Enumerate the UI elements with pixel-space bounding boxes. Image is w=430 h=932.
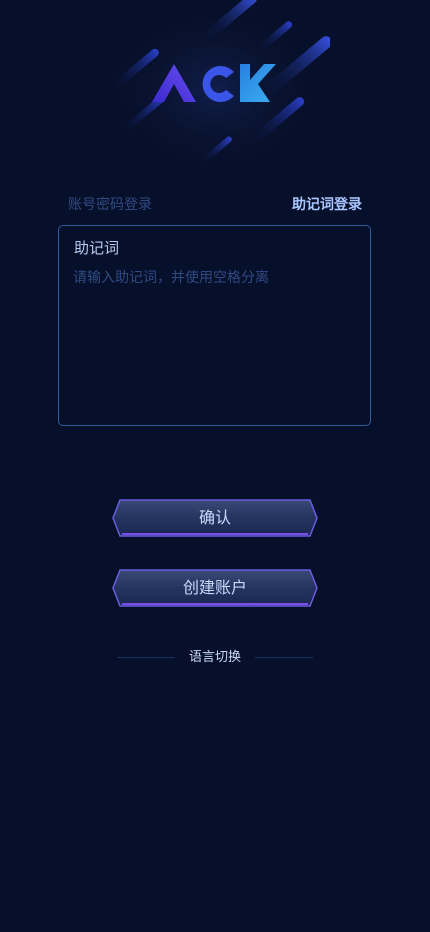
language-switch-link[interactable]: 语言切换 [175, 648, 255, 668]
logo-area [100, 0, 330, 195]
mnemonic-label: 助记词 [74, 239, 120, 257]
mnemonic-input[interactable] [73, 268, 356, 413]
tab-password-login[interactable]: 账号密码登录 [68, 195, 152, 215]
tab-mnemonic-login[interactable]: 助记词登录 [292, 195, 362, 215]
create-account-button[interactable]: 创建账户 [112, 568, 318, 608]
divider-left [117, 657, 175, 658]
ack-logo [105, 0, 330, 175]
divider-right [255, 657, 313, 658]
create-account-button-label: 创建账户 [182, 578, 247, 597]
confirm-button-label: 确认 [198, 508, 231, 527]
login-page: 账号密码登录 助记词登录 助记词 确认 [0, 0, 430, 932]
confirm-button[interactable]: 确认 [112, 498, 318, 538]
mnemonic-box: 助记词 [58, 225, 371, 426]
